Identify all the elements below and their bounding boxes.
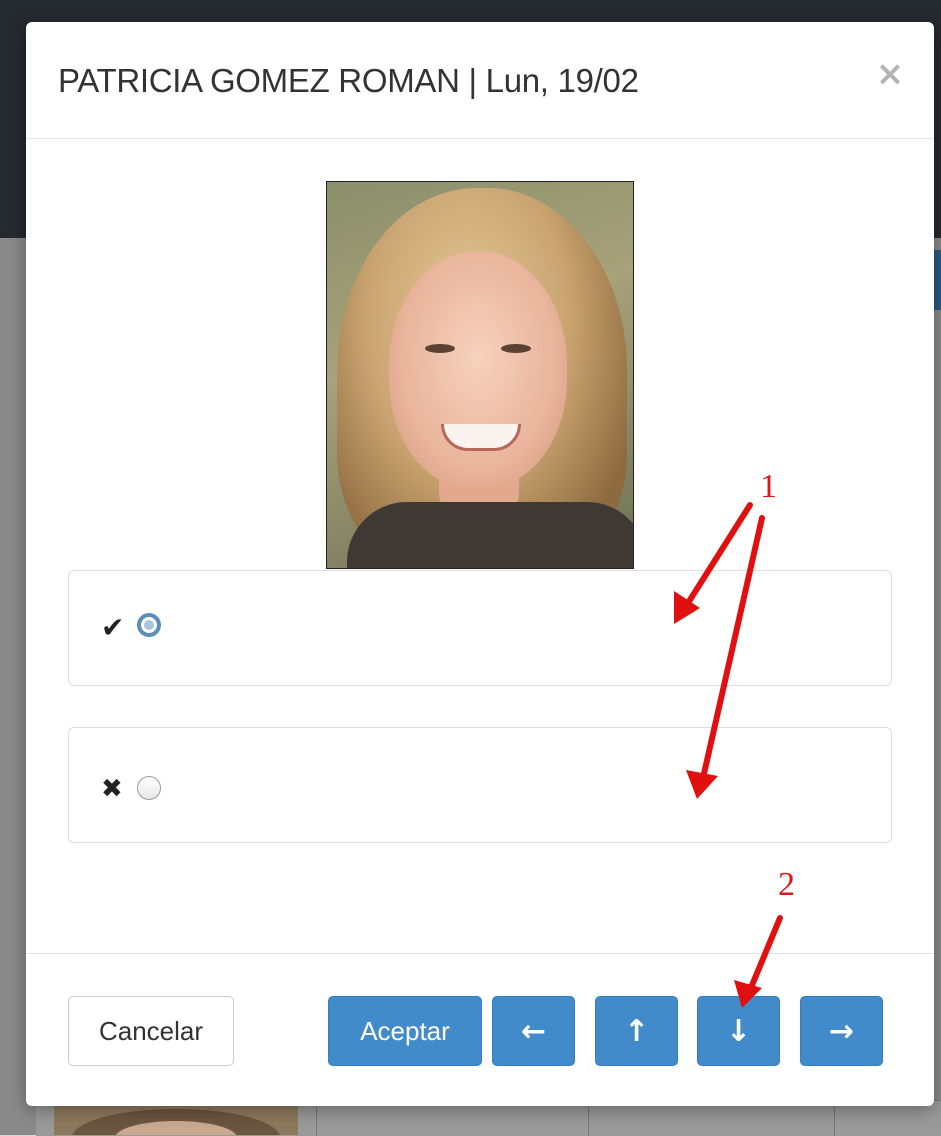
modal-header: PATRICIA GOMEZ ROMAN | Lun, 19/02 ×: [26, 22, 934, 139]
modal-footer: Cancelar Aceptar ← ↑ ↓ →: [26, 953, 934, 1107]
present-radio[interactable]: [137, 613, 161, 637]
photo-eye: [425, 344, 455, 353]
cancel-button[interactable]: Cancelar: [68, 996, 234, 1066]
photo-face: [389, 252, 567, 488]
option-present[interactable]: ✔: [68, 570, 892, 686]
absent-radio[interactable]: [137, 776, 161, 800]
cross-icon: ✖: [101, 774, 123, 804]
arrow-right-button[interactable]: →: [800, 996, 883, 1066]
close-icon[interactable]: ×: [874, 57, 906, 91]
accept-button[interactable]: Aceptar: [328, 996, 482, 1066]
attendance-modal: PATRICIA GOMEZ ROMAN | Lun, 19/02 × ✔ ✖ …: [26, 22, 934, 1106]
student-photo: [326, 181, 634, 569]
arrow-down-button[interactable]: ↓: [697, 996, 780, 1066]
arrow-left-button[interactable]: ←: [492, 996, 575, 1066]
photo-eye: [501, 344, 531, 353]
photo-smile: [441, 424, 521, 451]
modal-title: PATRICIA GOMEZ ROMAN | Lun, 19/02: [58, 62, 639, 99]
arrow-up-button[interactable]: ↑: [595, 996, 678, 1066]
annotation-label-1: 1: [760, 468, 777, 505]
annotation-label-2: 2: [778, 866, 795, 903]
background-photo-thumbnail: [54, 1104, 298, 1135]
option-absent[interactable]: ✖: [68, 727, 892, 843]
check-icon: ✔: [101, 611, 125, 644]
photo-shirt: [347, 502, 633, 568]
